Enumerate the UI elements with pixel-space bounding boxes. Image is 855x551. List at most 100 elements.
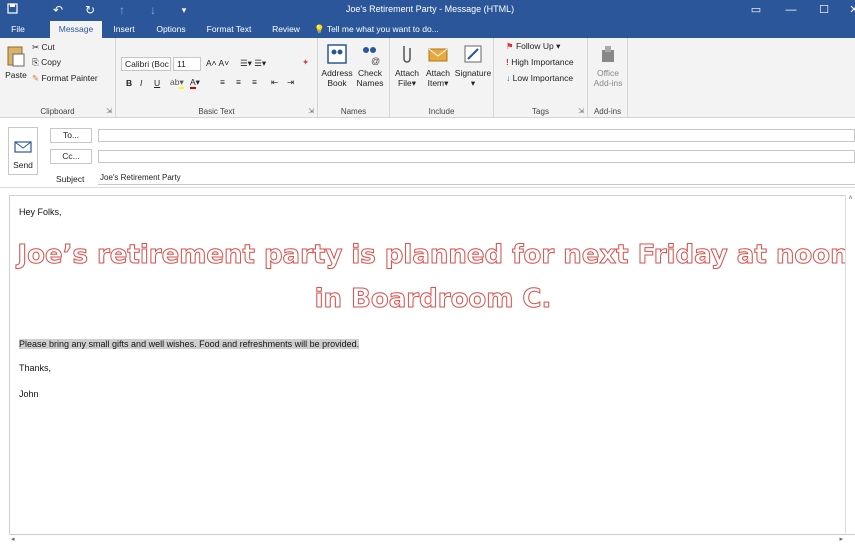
- align-left-icon[interactable]: ≡: [220, 77, 225, 87]
- font-size-select[interactable]: 11: [173, 57, 201, 71]
- format-painter-label: Format Painter: [41, 73, 98, 83]
- high-importance-label: High Importance: [511, 57, 574, 67]
- format-painter-button[interactable]: ✎ Format Painter: [32, 73, 98, 84]
- increase-indent-icon[interactable]: ⇥: [287, 77, 294, 88]
- highlight-icon[interactable]: ab▾: [170, 77, 184, 89]
- selected-body-text: Please bring any small gifts and well wi…: [19, 339, 360, 349]
- tags-label: Tags: [532, 107, 549, 116]
- address-book-icon: [327, 44, 347, 64]
- copy-button[interactable]: ⎘ Copy: [32, 57, 61, 68]
- signature-icon: [464, 45, 482, 63]
- low-importance-button[interactable]: ↓ Low Importance: [506, 73, 573, 83]
- check-names-icon: @: [363, 47, 380, 66]
- follow-up-button[interactable]: ⚑ Follow Up ▾: [506, 41, 560, 52]
- office-label: Office: [596, 68, 620, 78]
- paste-icon: [7, 46, 25, 67]
- underline-button[interactable]: U: [154, 78, 160, 88]
- envelope-icon: [428, 48, 448, 62]
- tab-insert[interactable]: Insert: [106, 21, 142, 38]
- bold-button[interactable]: B: [126, 78, 132, 88]
- copy-label: Copy: [41, 57, 62, 67]
- addins-group: Office Add-ins Add-ins: [588, 38, 628, 118]
- check-label-2: Names: [356, 78, 384, 88]
- scroll-right-icon[interactable]: ▸: [839, 535, 843, 543]
- tab-file[interactable]: File: [2, 21, 34, 38]
- ribbon: Paste ✂ Cut ⎘ Copy ✎ Format Painter Clip…: [0, 38, 855, 118]
- minimize-icon[interactable]: —: [775, 0, 807, 21]
- address-label-2: Book: [327, 78, 347, 88]
- close-icon[interactable]: ✕: [838, 0, 855, 21]
- headline-line-1: Joe’s retirement party is planned for ne…: [17, 240, 849, 271]
- align-right-icon[interactable]: ≡: [252, 77, 257, 87]
- body-text: Please bring any small gifts and well wi…: [19, 339, 360, 349]
- cut-button[interactable]: ✂ Cut: [32, 42, 55, 53]
- cut-label: Cut: [41, 42, 55, 52]
- ribbon-tabs: File Message Insert Options Format Text …: [0, 21, 855, 38]
- include-group: Attach File▾ Attach Item▾ Signature ▾ Inclu…: [390, 38, 494, 118]
- cc-field[interactable]: [98, 150, 855, 163]
- to-button[interactable]: To...: [50, 128, 92, 143]
- dialog-launcher-icon[interactable]: ⇲: [578, 107, 584, 115]
- redo-icon[interactable]: ↻: [82, 2, 98, 19]
- attach-file-button[interactable]: Attach File▾: [393, 42, 421, 88]
- address-book-button[interactable]: Address Book: [321, 42, 353, 88]
- grow-font-icon[interactable]: A˄ A˅: [206, 58, 229, 68]
- tab-review[interactable]: Review: [266, 21, 306, 38]
- decrease-indent-icon[interactable]: ⇤: [271, 77, 278, 88]
- italic-button[interactable]: I: [140, 78, 142, 88]
- send-label: Send: [13, 160, 33, 170]
- send-button[interactable]: Send: [8, 127, 38, 175]
- tell-me-box[interactable]: 💡 Tell me what you want to do...: [314, 21, 464, 38]
- office-addins-icon: [602, 46, 614, 62]
- follow-up-label: Follow Up: [515, 41, 554, 51]
- check-names-button[interactable]: @ Check Names: [354, 42, 386, 88]
- dialog-launcher-icon[interactable]: ⇲: [106, 107, 112, 115]
- ribbon-display-icon[interactable]: ▭: [740, 0, 772, 21]
- font-color-icon[interactable]: A▾: [190, 77, 200, 89]
- attach-item-button[interactable]: Attach Item▾: [423, 42, 453, 88]
- basic-text-label: Basic Text: [198, 107, 235, 116]
- office-addins-button[interactable]: Office Add-ins: [592, 42, 624, 88]
- address-label: Address: [321, 68, 353, 78]
- font-name-select[interactable]: Calibri (Boc: [121, 57, 171, 71]
- tab-options[interactable]: Options: [150, 21, 192, 38]
- to-field[interactable]: [98, 129, 855, 142]
- high-importance-button[interactable]: ! High Importance: [506, 57, 574, 67]
- scroll-left-icon[interactable]: ◂: [11, 535, 15, 543]
- headline-line-2: in Boardroom C.: [314, 284, 552, 315]
- paste-label: Paste: [5, 70, 27, 80]
- up-arrow-icon[interactable]: ↑: [114, 2, 130, 19]
- clear-formatting-icon[interactable]: ✦: [302, 57, 309, 68]
- customize-icon[interactable]: ▾: [176, 2, 192, 19]
- vertical-scrollbar[interactable]: ˄: [845, 195, 855, 538]
- tags-group: ⚑ Follow Up ▾ ! High Importance ↓ Low Im…: [494, 38, 588, 118]
- signoff-text: John: [19, 389, 39, 399]
- low-importance-label: Low Importance: [512, 73, 574, 83]
- align-center-icon[interactable]: ≡: [236, 77, 241, 87]
- maximize-icon[interactable]: ☐: [808, 0, 840, 21]
- cc-button[interactable]: Cc...: [50, 149, 92, 164]
- tab-message[interactable]: Message: [50, 21, 102, 38]
- tab-format-text[interactable]: Format Text: [198, 21, 260, 38]
- include-label: Include: [428, 107, 455, 116]
- lightbulb-icon: 💡: [314, 24, 325, 34]
- message-body[interactable]: Hey Folks, Joe’s retirement party is pla…: [9, 195, 855, 538]
- dialog-launcher-icon[interactable]: ⇲: [308, 107, 314, 115]
- clipboard-group: Paste ✂ Cut ⎘ Copy ✎ Format Painter Clip…: [0, 38, 116, 118]
- horizontal-scrollbar[interactable]: ◂ ▸: [9, 534, 855, 545]
- bullets-icon[interactable]: ☰▾ ☰▾: [240, 58, 266, 69]
- clipboard-label: Clipboard: [40, 107, 75, 116]
- copy-icon: ⎘: [32, 57, 42, 67]
- office-label-2: Add-ins: [593, 78, 623, 88]
- paste-button[interactable]: Paste: [4, 44, 28, 80]
- down-arrow-icon[interactable]: ↓: [145, 2, 161, 19]
- save-icon[interactable]: [4, 2, 20, 19]
- down-arrow-icon: ↓: [506, 73, 513, 83]
- compose-header: Send To... Cc... Subject Joe's Retiremen…: [0, 118, 855, 188]
- subject-field[interactable]: Joe's Retirement Party: [98, 172, 855, 185]
- check-label: Check: [357, 68, 383, 78]
- scroll-up-icon[interactable]: ˄: [846, 195, 855, 202]
- subject-label: Subject: [56, 174, 85, 184]
- undo-icon[interactable]: ↶: [50, 2, 66, 19]
- signature-button[interactable]: Signature ▾: [454, 42, 492, 88]
